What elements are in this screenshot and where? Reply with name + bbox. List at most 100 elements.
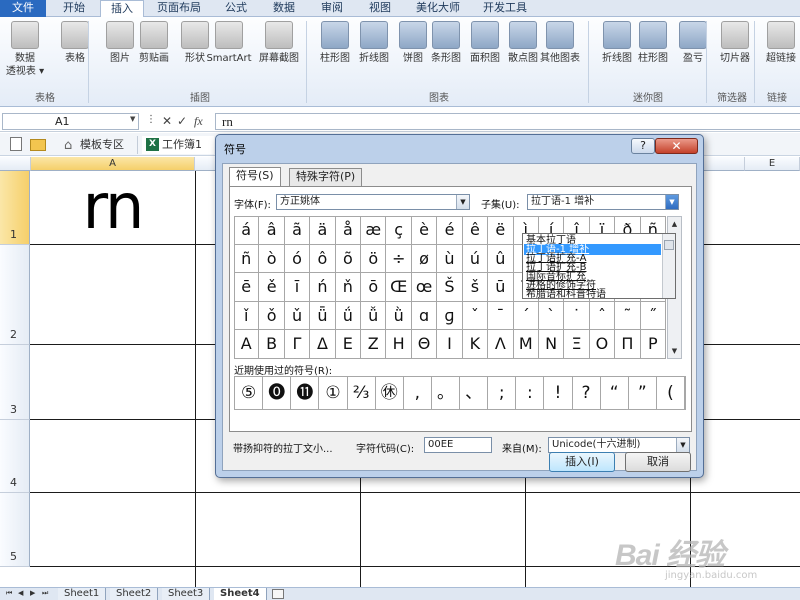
symbol-cell[interactable]: ˙: [564, 301, 590, 331]
ribbon-button-6[interactable]: 屏幕截图: [256, 21, 302, 65]
symbol-cell[interactable]: Κ: [462, 330, 489, 359]
symbol-cell[interactable]: ǚ: [361, 301, 387, 331]
row-header-1[interactable]: 1: [0, 171, 30, 245]
insert-sheet-icon[interactable]: [272, 589, 284, 599]
symbol-cell[interactable]: ù: [437, 244, 463, 274]
symbol-cell[interactable]: ê: [462, 216, 489, 245]
cell-a1[interactable]: rn: [31, 172, 194, 244]
recent-symbol-cell[interactable]: ⓫: [291, 377, 320, 409]
recent-symbol-cell[interactable]: “: [601, 377, 629, 409]
symbol-cell[interactable]: Ξ: [564, 330, 590, 359]
symbol-cell[interactable]: å: [335, 216, 362, 245]
recent-symbols-row[interactable]: ⑤ ⓿ ⓫ ① ⅔ ㊡,。、;:!? “”(: [234, 376, 686, 410]
insert-button[interactable]: 插入(I): [549, 452, 615, 472]
symbol-cell[interactable]: Γ: [284, 330, 311, 359]
sheet-tab-3[interactable]: Sheet3: [162, 588, 211, 600]
from-select[interactable]: Unicode(十六进制) ▼: [548, 437, 690, 453]
tab-page-layout[interactable]: 页面布局: [148, 0, 210, 17]
dialog-titlebar[interactable]: 符号 ? ✕: [216, 135, 703, 161]
symbol-cell[interactable]: Ο: [589, 330, 616, 359]
first-sheet-icon[interactable]: ⏮: [6, 589, 12, 598]
symbol-cell[interactable]: ˊ: [513, 301, 539, 331]
symbol-cell[interactable]: ň: [335, 273, 362, 302]
prev-sheet-icon[interactable]: ◀: [18, 589, 23, 597]
last-sheet-icon[interactable]: ⏭: [42, 589, 48, 598]
recent-symbol-cell[interactable]: ”: [629, 377, 657, 409]
symbol-cell[interactable]: ǐ: [234, 301, 260, 331]
symbol-cell[interactable]: Α: [234, 330, 260, 359]
next-sheet-icon[interactable]: ▶: [30, 589, 35, 597]
workbook-tab-book1[interactable]: X 工作簿1: [142, 136, 214, 154]
confirm-entry-icon[interactable]: ✓: [177, 114, 187, 128]
ribbon-button-5[interactable]: SmartArt: [206, 21, 252, 65]
help-icon[interactable]: ?: [631, 138, 655, 154]
symbol-cell[interactable]: ū: [488, 273, 514, 302]
recent-symbol-cell[interactable]: !: [544, 377, 573, 409]
cancel-button[interactable]: 取消: [625, 452, 691, 472]
ribbon-button-18[interactable]: 超链接: [758, 21, 800, 65]
symbol-cell[interactable]: Œ: [386, 273, 412, 302]
recent-symbol-cell[interactable]: (: [657, 377, 685, 409]
tab-formulas[interactable]: 公式: [214, 0, 258, 17]
ribbon-button-1[interactable]: 表格: [52, 21, 98, 65]
formula-input[interactable]: rn: [215, 113, 800, 130]
symbol-cell[interactable]: ó: [284, 244, 311, 274]
symbol-cell[interactable]: ç: [386, 216, 412, 245]
tab-file[interactable]: 文件: [0, 0, 46, 17]
symbol-cell[interactable]: Π: [615, 330, 641, 359]
symbol-cell[interactable]: Η: [386, 330, 412, 359]
sheet-tab-4[interactable]: Sheet4: [214, 588, 267, 600]
column-header-a[interactable]: A: [31, 157, 195, 171]
symbol-cell[interactable]: Μ: [513, 330, 539, 359]
tab-developer[interactable]: 开发工具: [474, 0, 536, 17]
ribbon-button-13[interactable]: 其他图表: [537, 21, 583, 65]
recent-symbol-cell[interactable]: :: [516, 377, 545, 409]
symbol-cell[interactable]: ô: [310, 244, 336, 274]
symbol-cell[interactable]: Ζ: [361, 330, 387, 359]
symbol-cell[interactable]: ˜: [615, 301, 641, 331]
ribbon-button-3[interactable]: 剪贴画: [131, 21, 177, 65]
symbol-cell[interactable]: ě: [259, 273, 285, 302]
recent-symbol-cell[interactable]: ?: [573, 377, 601, 409]
symbol-cell[interactable]: û: [488, 244, 514, 274]
tab-review[interactable]: 审阅: [310, 0, 354, 17]
workbook-tab-templates[interactable]: ⌂ 模板专区: [60, 136, 138, 154]
recent-symbol-cell[interactable]: ⅔: [348, 377, 376, 409]
symbol-cell[interactable]: ǔ: [284, 301, 311, 331]
symbol-cell[interactable]: ÷: [386, 244, 412, 274]
new-file-icon[interactable]: [10, 137, 22, 151]
subset-dropdown-list[interactable]: 基本拉丁语 拉丁语-1 增补 拉丁语扩充-A 拉丁语扩充-B 国际音标扩充 进格的修饰字符…: [522, 233, 676, 299]
sheet-tab-1[interactable]: Sheet1: [58, 588, 107, 600]
subset-select[interactable]: 拉丁语-1 增补 ▼: [527, 194, 679, 210]
tab-home[interactable]: 开始: [50, 0, 98, 17]
symbol-cell[interactable]: ˉ: [488, 301, 514, 331]
recent-symbol-cell[interactable]: 。: [432, 377, 460, 409]
symbol-cell[interactable]: Θ: [411, 330, 438, 359]
tab-view[interactable]: 视图: [358, 0, 402, 17]
column-header-e[interactable]: E: [745, 157, 800, 171]
symbol-cell[interactable]: á: [234, 216, 260, 245]
symbol-cell[interactable]: ˋ: [538, 301, 565, 331]
symbol-cell[interactable]: ä: [310, 216, 336, 245]
symbol-cell[interactable]: Β: [259, 330, 285, 359]
sheet-tab-2[interactable]: Sheet2: [110, 588, 159, 600]
symbol-cell[interactable]: ã: [284, 216, 311, 245]
symbol-cell[interactable]: ú: [462, 244, 489, 274]
symbol-cell[interactable]: ǜ: [386, 301, 412, 331]
subset-list-scrollbar[interactable]: [662, 234, 675, 298]
symbol-cell[interactable]: œ: [411, 273, 438, 302]
symbol-cell[interactable]: ɡ: [437, 301, 463, 331]
symbol-cell[interactable]: ë: [488, 216, 514, 245]
symbol-cell[interactable]: ē: [234, 273, 260, 302]
symbol-cell[interactable]: ō: [361, 273, 387, 302]
recent-symbol-cell[interactable]: ⓿: [263, 377, 292, 409]
symbol-cell[interactable]: ǖ: [310, 301, 336, 331]
row-header-3[interactable]: 3: [0, 345, 30, 420]
subset-option[interactable]: 希腊语和科普特语: [524, 289, 661, 298]
recent-symbol-cell[interactable]: ;: [488, 377, 517, 409]
chevron-down-icon[interactable]: ▼: [130, 115, 135, 123]
symbol-cell[interactable]: ˇ: [462, 301, 489, 331]
symbol-cell[interactable]: â: [259, 216, 285, 245]
select-all-corner[interactable]: [0, 157, 31, 171]
symbol-cell[interactable]: è: [411, 216, 438, 245]
